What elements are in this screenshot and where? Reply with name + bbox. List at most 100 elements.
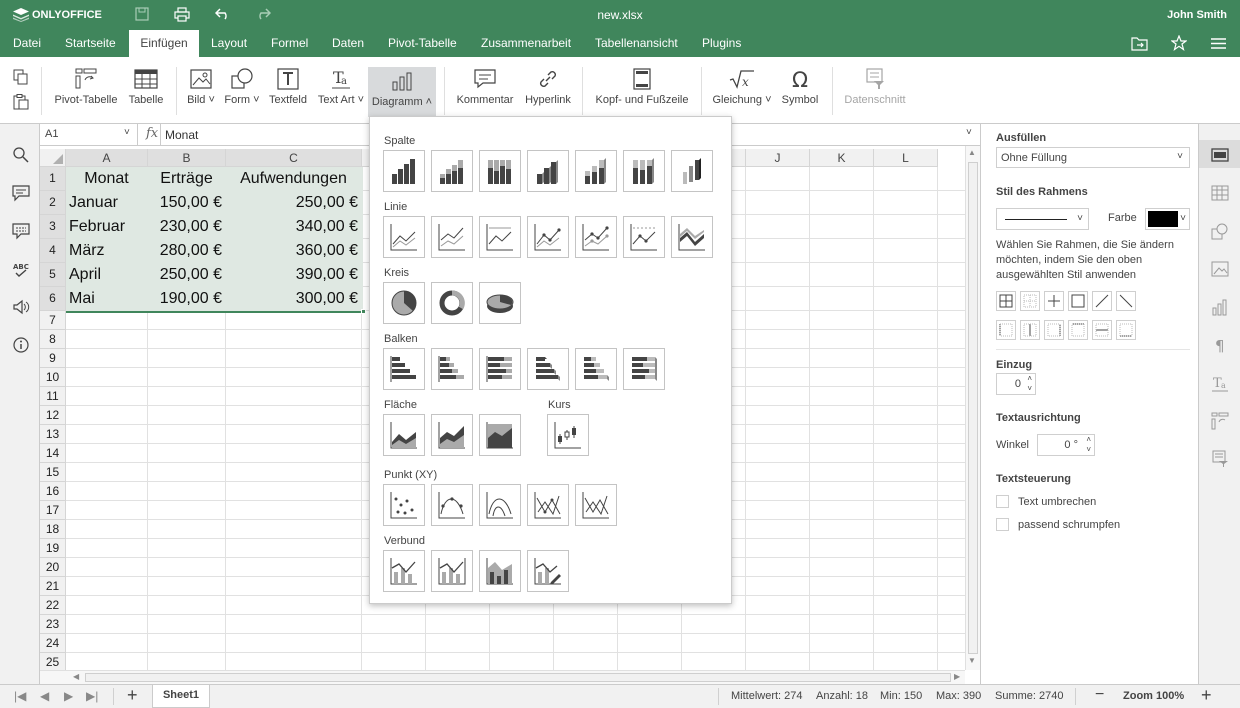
spinner-icon[interactable]: ˄ ˅ [1027, 374, 1032, 394]
top-border-icon[interactable] [1068, 320, 1088, 340]
row-header[interactable]: 14 [40, 444, 66, 463]
chart-bar-clustered[interactable] [383, 348, 425, 390]
tab-datei[interactable]: Datei [3, 30, 51, 57]
text-art-settings-icon[interactable]: Ta [1211, 374, 1229, 392]
fill-select[interactable]: Ohne Füllung ˅ [996, 147, 1190, 168]
table-cell[interactable]: Mai [66, 287, 147, 310]
chart-column-3d-clustered[interactable] [527, 150, 569, 192]
row-header[interactable]: 13 [40, 425, 66, 444]
pivot-table-button[interactable]: Pivot-Tabelle [52, 65, 120, 117]
chart-combo-column-line[interactable] [383, 550, 425, 592]
chart-button[interactable]: Diagramm ˄ [368, 67, 436, 117]
spellcheck-icon[interactable]: ABC [12, 260, 30, 278]
favorite-star-icon[interactable] [1171, 35, 1187, 51]
chart-settings-icon[interactable] [1211, 298, 1229, 316]
table-header-cell[interactable]: Aufwendungen [226, 167, 361, 190]
tab-layout[interactable]: Layout [201, 30, 257, 57]
chart-bar-3d-stacked[interactable] [575, 348, 617, 390]
chart-line-stacked-markers[interactable] [575, 216, 617, 258]
chart-bar-percent[interactable] [479, 348, 521, 390]
textbox-button[interactable]: Textfeld [266, 65, 310, 117]
table-cell[interactable]: 340,00 € [226, 215, 361, 238]
row-header[interactable]: 23 [40, 615, 66, 634]
slicer-button[interactable]: Datenschnitt [840, 65, 910, 117]
save-icon[interactable] [135, 7, 149, 21]
cell-settings-icon[interactable] [1211, 146, 1229, 164]
user-name[interactable]: John Smith [1167, 9, 1227, 21]
table-header-cell[interactable]: Erträge [148, 167, 225, 190]
image-button[interactable]: Bild ˅ [184, 65, 218, 117]
chart-pie-3d[interactable] [479, 282, 521, 324]
table-button[interactable]: Tabelle [124, 65, 168, 117]
chart-area[interactable] [383, 414, 425, 456]
equation-button[interactable]: x Gleichung ˅ [711, 65, 773, 117]
table-cell[interactable]: 250,00 € [226, 191, 361, 214]
feedback-speaker-icon[interactable] [12, 298, 30, 316]
chart-line-markers[interactable] [527, 216, 569, 258]
chart-area-stacked[interactable] [431, 414, 473, 456]
chart-scatter-smooth-markers[interactable] [431, 484, 473, 526]
outer-borders-icon[interactable] [1068, 291, 1088, 311]
chart-combo-area-column[interactable] [479, 550, 521, 592]
horizontal-scrollbar[interactable]: ◀ ▶ [40, 670, 965, 684]
chart-scatter-straight-markers[interactable] [527, 484, 569, 526]
tab-einfuegen[interactable]: Einfügen [129, 30, 199, 57]
row-header[interactable]: 22 [40, 596, 66, 615]
image-settings-icon[interactable] [1211, 260, 1229, 278]
table-cell[interactable]: Januar [66, 191, 147, 214]
shape-settings-icon[interactable] [1211, 222, 1229, 240]
expand-formula-chevron-icon[interactable]: ˅ [966, 127, 972, 138]
tab-tabellenansicht[interactable]: Tabellenansicht [585, 30, 688, 57]
zoom-in-icon[interactable]: + [1201, 685, 1212, 706]
row-header[interactable]: 5 [40, 263, 66, 287]
bottom-border-icon[interactable] [1116, 320, 1136, 340]
border-color-picker[interactable]: ˅ [1145, 208, 1190, 230]
row-header[interactable]: 20 [40, 558, 66, 577]
row-header[interactable]: 24 [40, 634, 66, 653]
slicer-settings-icon[interactable] [1211, 450, 1229, 468]
next-sheet-icon[interactable]: ▶ [64, 689, 73, 703]
formula-input[interactable]: Monat [165, 128, 198, 142]
add-sheet-icon[interactable]: + [127, 685, 138, 706]
chart-bar-3d-percent[interactable] [623, 348, 665, 390]
chart-area-percent[interactable] [479, 414, 521, 456]
all-borders-icon[interactable] [996, 291, 1016, 311]
wrap-text-checkbox[interactable] [996, 495, 1009, 508]
header-footer-button[interactable]: Kopf- und Fußzeile [592, 65, 692, 117]
inner-vertical-border-icon[interactable] [1020, 320, 1040, 340]
column-header[interactable]: B [148, 149, 226, 167]
row-header[interactable]: 19 [40, 539, 66, 558]
table-header-cell[interactable]: Monat [66, 167, 147, 190]
select-all-corner[interactable] [40, 149, 66, 167]
row-header[interactable]: 8 [40, 330, 66, 349]
open-location-icon[interactable] [1131, 36, 1148, 51]
chart-combo-custom[interactable] [527, 550, 569, 592]
chart-column-3d-stacked[interactable] [575, 150, 617, 192]
chart-line-stacked[interactable] [431, 216, 473, 258]
column-header[interactable]: K [810, 149, 874, 167]
print-icon[interactable] [174, 7, 190, 22]
table-cell[interactable]: 150,00 € [148, 191, 225, 214]
pivot-settings-icon[interactable] [1211, 412, 1229, 430]
text-art-button[interactable]: Ta Text Art ˅ [316, 65, 366, 117]
chart-line-3d[interactable] [671, 216, 713, 258]
chart-combo-column-line-secondary[interactable] [431, 550, 473, 592]
row-header[interactable]: 2 [40, 191, 66, 215]
row-header[interactable]: 12 [40, 406, 66, 425]
chart-stock[interactable] [547, 414, 589, 456]
table-cell[interactable]: 250,00 € [148, 263, 225, 286]
name-box[interactable]: A1 ˅ [40, 124, 138, 145]
previous-sheet-icon[interactable]: ◀ [40, 689, 49, 703]
chart-column-clustered[interactable] [383, 150, 425, 192]
chart-column-3d-percent[interactable] [623, 150, 665, 192]
chart-bar-stacked[interactable] [431, 348, 473, 390]
table-cell[interactable]: Februar [66, 215, 147, 238]
diagonal-up-border-icon[interactable] [1092, 291, 1112, 311]
table-cell[interactable]: 190,00 € [148, 287, 225, 310]
copy-icon[interactable] [13, 69, 29, 85]
undo-icon[interactable] [215, 8, 231, 20]
chart-doughnut[interactable] [431, 282, 473, 324]
diagonal-down-border-icon[interactable] [1116, 291, 1136, 311]
row-header[interactable]: 1 [40, 167, 66, 191]
chart-column-stacked[interactable] [431, 150, 473, 192]
